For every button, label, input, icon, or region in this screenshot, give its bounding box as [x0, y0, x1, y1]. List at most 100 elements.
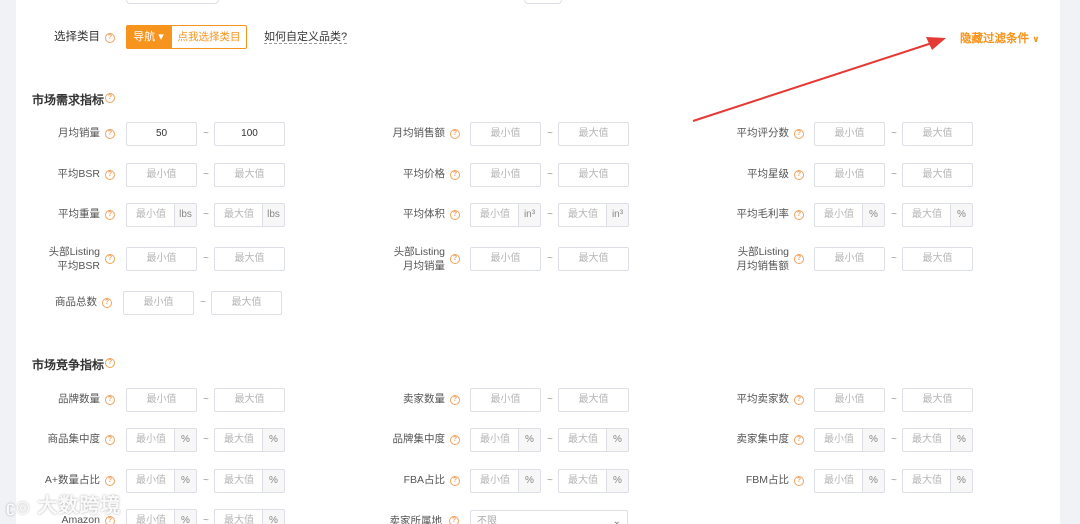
avg-weight-max-input[interactable]: 最大值 lbs — [214, 203, 285, 227]
help-icon[interactable]: ? — [794, 395, 804, 405]
monthly-sales-max-input[interactable]: 100 — [214, 122, 285, 146]
avg-margin-max-input[interactable]: 最大值% — [902, 203, 973, 227]
brand-concentration-max-input[interactable]: 最大值% — [558, 428, 629, 452]
avg-seller-count-max-input[interactable]: 最大值 — [902, 388, 973, 412]
brand-concentration-min-input[interactable]: 最小值% — [470, 428, 541, 452]
seller-count-max-input[interactable]: 最大值 — [558, 388, 629, 412]
scrollbar[interactable] — [1060, 0, 1080, 524]
top-listing-sales-min-input[interactable]: 最小值 — [470, 247, 541, 271]
help-icon[interactable]: ? — [794, 210, 804, 220]
fba-ratio-min-input[interactable]: 最小值% — [470, 469, 541, 493]
seller-concentration-min-input[interactable]: 最小值% — [814, 428, 885, 452]
min-value: 最小值 — [834, 169, 865, 180]
seller-location-select[interactable]: 不限 ⌄ — [470, 510, 628, 524]
help-icon[interactable]: ? — [794, 254, 804, 264]
seller-concentration-max-input[interactable]: 最大值% — [902, 428, 973, 452]
avg-volume-min-input[interactable]: 最小值 in³ — [470, 203, 541, 227]
min-value: 最小值 — [136, 434, 166, 445]
avg-rating-min-input[interactable]: 最小值 — [814, 163, 885, 187]
help-icon[interactable]: ? — [450, 129, 460, 139]
help-icon[interactable]: ? — [450, 476, 460, 486]
avg-weight-min-input[interactable]: 最小值 lbs — [126, 203, 197, 227]
custom-category-link[interactable]: 如何自定义品类? — [264, 31, 348, 44]
range-separator: ~ — [203, 209, 209, 220]
avg-volume-max-input[interactable]: 最大值 in³ — [558, 203, 629, 227]
aplus-ratio-min-input[interactable]: 最小值% — [126, 469, 197, 493]
avg-rating-max-input[interactable]: 最大值 — [902, 163, 973, 187]
min-value: 最小值 — [480, 475, 510, 486]
help-icon[interactable]: ? — [450, 435, 460, 445]
product-concentration-min-input[interactable]: 最小值% — [126, 428, 197, 452]
help-icon[interactable]: ? — [105, 33, 115, 43]
help-icon[interactable]: ? — [450, 210, 460, 220]
help-icon[interactable]: ? — [105, 170, 115, 180]
avg-margin-min-input[interactable]: 最小值% — [814, 203, 885, 227]
avg-price-max-input[interactable]: 最大值 — [558, 163, 629, 187]
product-concentration-max-input[interactable]: 最大值% — [214, 428, 285, 452]
avg-seller-count-min-input[interactable]: 最小值 — [814, 388, 885, 412]
monthly-revenue-max-input[interactable]: 最大值 — [558, 122, 629, 146]
avg-reviews-min-input[interactable]: 最小值 — [814, 122, 885, 146]
avg-bsr-min-input[interactable]: 最小值 — [126, 163, 197, 187]
choose-category-button[interactable]: 点我选择类目 — [171, 25, 247, 49]
help-icon[interactable]: ? — [105, 476, 115, 486]
total-products-min-input[interactable]: 最小值 — [123, 291, 194, 315]
help-icon[interactable]: ? — [794, 129, 804, 139]
seller-count-min-input[interactable]: 最小值 — [470, 388, 541, 412]
field-label: 头部Listing — [737, 246, 789, 258]
amazon-ratio-min-input[interactable]: 最小值% — [126, 509, 197, 524]
help-icon[interactable]: ? — [105, 93, 115, 103]
field-label: 平均BSR — [57, 168, 100, 180]
help-icon[interactable]: ? — [794, 476, 804, 486]
unit-suffix: % — [174, 429, 196, 451]
top-listing-bsr-min-input[interactable]: 最小值 — [126, 247, 197, 271]
fbm-ratio-max-input[interactable]: 最大值% — [902, 469, 973, 493]
avg-price-min-input[interactable]: 最小值 — [470, 163, 541, 187]
help-icon[interactable]: ? — [105, 129, 115, 139]
top-listing-sales-max-input[interactable]: 最大值 — [558, 247, 629, 271]
help-icon[interactable]: ? — [794, 435, 804, 445]
monthly-sales-min-input[interactable]: 50 — [126, 122, 197, 146]
help-icon[interactable]: ? — [450, 254, 460, 264]
fba-ratio-max-input[interactable]: 最大值% — [558, 469, 629, 493]
help-icon[interactable]: ? — [450, 395, 460, 405]
top-listing-revenue-max-input[interactable]: 最大值 — [902, 247, 973, 271]
total-products-max-input[interactable]: 最大值 — [211, 291, 282, 315]
range-separator: ~ — [203, 169, 209, 180]
aplus-ratio-max-input[interactable]: 最大值% — [214, 469, 285, 493]
brand-count-min-input[interactable]: 最小值 — [126, 388, 197, 412]
fbm-ratio-min-input[interactable]: 最小值% — [814, 469, 885, 493]
brand-count-max-input[interactable]: 最大值 — [214, 388, 285, 412]
field-label: 卖家所属地 — [389, 515, 443, 524]
help-icon[interactable]: ? — [105, 358, 115, 368]
min-value: 最小值 — [146, 394, 177, 405]
help-icon[interactable]: ? — [105, 210, 115, 220]
unit-suffix: lbs — [262, 204, 284, 226]
help-icon[interactable]: ? — [102, 298, 112, 308]
unit-suffix: % — [862, 429, 884, 451]
unit-suffix: % — [262, 510, 284, 524]
avg-bsr-max-input[interactable]: 最大值 — [214, 163, 285, 187]
help-icon[interactable]: ? — [105, 254, 115, 264]
min-value: 50 — [155, 128, 168, 139]
monthly-revenue-min-input[interactable]: 最小值 — [470, 122, 541, 146]
min-value: 最小值 — [824, 209, 854, 220]
range-separator: ~ — [891, 128, 897, 139]
top-listing-bsr-max-input[interactable]: 最大值 — [214, 247, 285, 271]
help-icon[interactable]: ? — [105, 395, 115, 405]
help-icon[interactable]: ? — [794, 170, 804, 180]
top-listing-revenue-min-input[interactable]: 最小值 — [814, 247, 885, 271]
min-value: 最小值 — [834, 253, 865, 264]
avg-reviews-max-input[interactable]: 最大值 — [902, 122, 973, 146]
help-icon[interactable]: ? — [449, 516, 459, 524]
hide-filter-toggle[interactable]: 隐藏过滤条件 ∨ — [960, 30, 1040, 46]
field-label: 月均销量 — [403, 260, 445, 272]
field-label: 平均价格 — [403, 168, 445, 180]
max-value: 最大值 — [578, 128, 609, 139]
range-separator: ~ — [891, 475, 897, 486]
help-icon[interactable]: ? — [450, 170, 460, 180]
nav-button[interactable]: 导航 ▾ — [126, 25, 171, 49]
max-value: 最大值 — [922, 394, 953, 405]
amazon-ratio-max-input[interactable]: 最大值% — [214, 509, 285, 524]
help-icon[interactable]: ? — [105, 435, 115, 445]
